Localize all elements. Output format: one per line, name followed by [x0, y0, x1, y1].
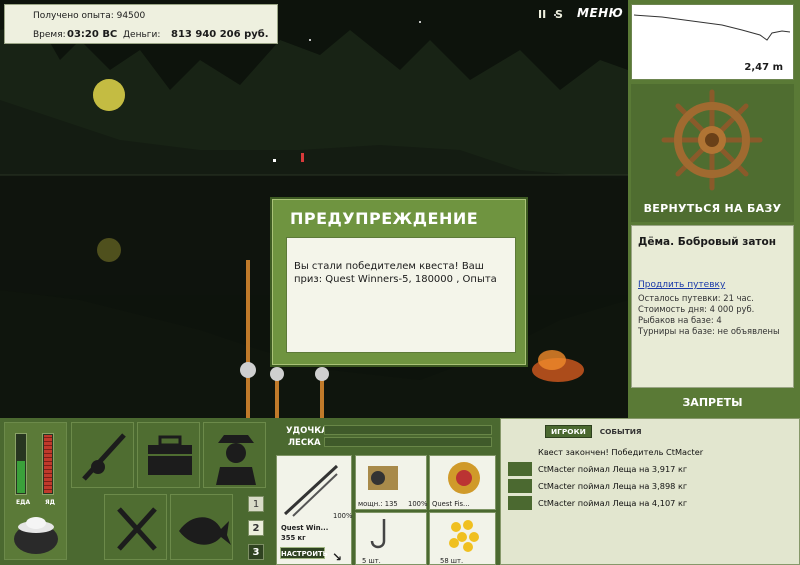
- depth-graph: 2,47 m: [631, 4, 794, 80]
- slot-rods[interactable]: [71, 422, 134, 488]
- pause-icon[interactable]: II: [538, 8, 546, 21]
- knife-fork-icon: [117, 507, 157, 551]
- poison-label: ЯД: [45, 499, 55, 506]
- rod-label: УДОЧКА: [286, 426, 328, 436]
- cauldron-icon[interactable]: [11, 511, 61, 557]
- arrow-icon[interactable]: ↘: [332, 550, 342, 564]
- status-meters: ЕДА ЯД: [4, 422, 67, 560]
- experience-text: Получено опыта: 94500: [33, 11, 146, 21]
- ship-wheel-icon: [661, 89, 763, 191]
- list-item: CtMacter поймал Леща на 4,107 кг: [538, 498, 688, 508]
- slot-character[interactable]: [203, 422, 266, 488]
- list-item: Квест закончен! Победитель CtMacter: [538, 447, 704, 457]
- depth-value: 2,47 m: [744, 62, 783, 73]
- sound-icon[interactable]: S: [555, 8, 563, 21]
- dialog-title: ПРЕДУПРЕЖДЕНИЕ: [290, 209, 479, 228]
- tackle-panel: УДОЧКА ЛЕСКА Quest Win... 355 кг 100% мо…: [276, 418, 496, 565]
- rod-percent: 100%: [333, 512, 353, 520]
- tackle-box-icon: [148, 435, 192, 475]
- corn-bait-icon: [449, 520, 479, 552]
- fish-icon: [179, 517, 231, 545]
- money-value: 813 940 206 руб.: [171, 29, 269, 40]
- slot-number-2[interactable]: 2: [248, 520, 264, 536]
- fish-icon: [508, 462, 532, 476]
- slot-food[interactable]: [104, 494, 167, 560]
- fish-icon: [508, 479, 532, 493]
- slot-fish[interactable]: [170, 494, 233, 560]
- bans-button[interactable]: ЗАПРЕТЫ: [631, 396, 794, 409]
- tournaments-status: Турниры на базе: не объявлены: [638, 326, 780, 336]
- rod-icon: [283, 464, 339, 517]
- anglers-count: Рыбаков на базе: 4: [638, 315, 722, 325]
- fisherman-icon: [216, 435, 256, 485]
- poison-meter: [42, 433, 54, 495]
- rod-name: Quest Win...: [281, 524, 329, 532]
- rod-tension-bar: [324, 425, 492, 435]
- warning-dialog[interactable]: ПРЕДУПРЕЖДЕНИЕ Вы стали победителем квес…: [270, 197, 528, 367]
- bait-card[interactable]: 58 шт.: [429, 512, 496, 565]
- reel-card[interactable]: мощн.: 135 100%: [355, 455, 427, 510]
- extend-permit-link[interactable]: Продлить путевку: [638, 280, 725, 290]
- tab-events[interactable]: СОБЫТИЯ: [595, 426, 647, 437]
- time-label: Время:: [33, 30, 66, 40]
- reel-power: мощн.: 135: [358, 500, 398, 508]
- money-label: Деньги:: [123, 30, 161, 40]
- hook-icon: [370, 519, 386, 549]
- food-label: ЕДА: [16, 499, 31, 506]
- line-spool-icon: [448, 462, 480, 494]
- player-info-panel: Получено опыта: 94500 Время: 03:20 ВС Де…: [4, 4, 278, 44]
- line-card[interactable]: Quest Fis...: [429, 455, 496, 510]
- reel-percent: 100%: [408, 500, 428, 508]
- menu-button[interactable]: МЕНЮ: [577, 6, 623, 20]
- slot-number-3[interactable]: 3: [248, 544, 264, 560]
- dialog-message: Вы стали победителем квеста! Ваш приз: Q…: [286, 237, 516, 353]
- line-name: Quest Fis...: [432, 500, 470, 508]
- reel-icon: [368, 466, 398, 490]
- food-meter: [15, 433, 27, 495]
- slot-number-1[interactable]: 1: [248, 496, 264, 512]
- line-label: ЛЕСКА: [288, 438, 321, 448]
- rod-weight: 355 кг: [281, 534, 306, 542]
- events-panel: ИГРОКИ СОБЫТИЯ Квест закончен! Победител…: [500, 418, 800, 565]
- tab-players[interactable]: ИГРОКИ: [545, 425, 592, 438]
- time-value: 03:20 ВС: [67, 29, 118, 40]
- location-name: Дёма. Бобровый затон: [638, 236, 776, 248]
- setup-button[interactable]: НАСТРОИТЬ: [280, 547, 328, 559]
- rod-reel-icon: [82, 433, 126, 481]
- permit-remaining: Осталось путевки: 21 час.: [638, 293, 754, 303]
- hook-card[interactable]: 5 шт.: [355, 512, 427, 565]
- list-item: CtMacter поймал Леща на 3,898 кг: [538, 481, 688, 491]
- return-label[interactable]: ВЕРНУТЬСЯ НА БАЗУ: [631, 202, 794, 215]
- bait-count: 58 шт.: [440, 557, 464, 565]
- line-tension-bar: [324, 437, 492, 447]
- return-to-base-button[interactable]: ВЕРНУТЬСЯ НА БАЗУ: [631, 84, 794, 222]
- slot-tacklebox[interactable]: [137, 422, 200, 488]
- base-info-panel: Дёма. Бобровый затон Продлить путевку Ос…: [631, 225, 794, 388]
- hook-count: 5 шт.: [362, 557, 381, 565]
- fish-icon: [508, 496, 532, 510]
- day-cost: Стоимость дня: 4 000 руб.: [638, 304, 755, 314]
- list-item: CtMacter поймал Леща на 3,917 кг: [538, 464, 688, 474]
